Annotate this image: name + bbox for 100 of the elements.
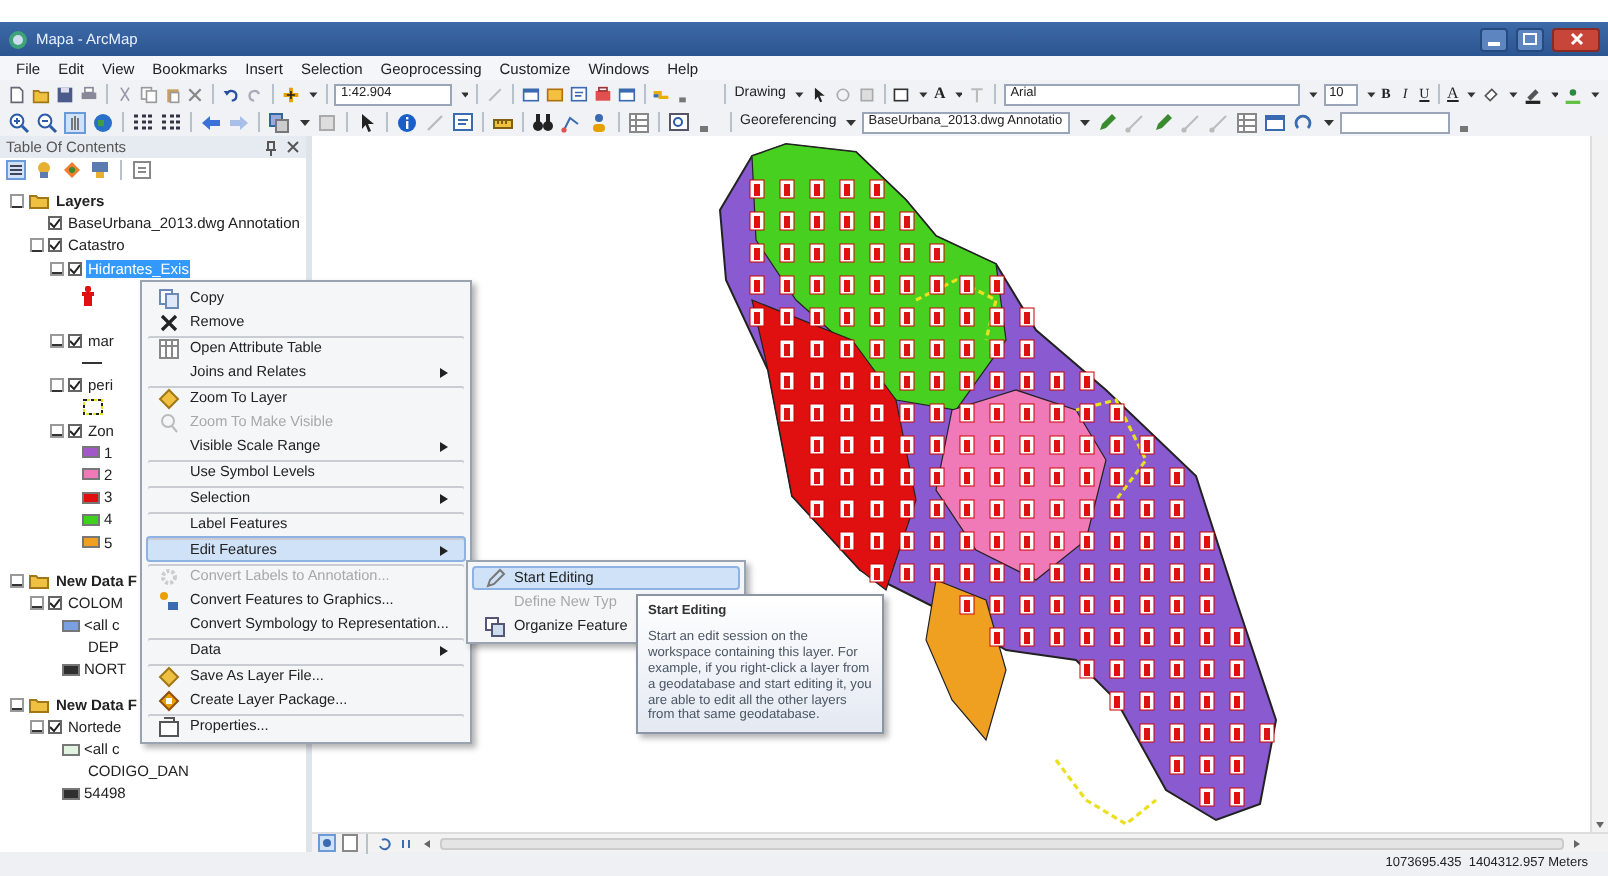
checkbox[interactable] (68, 378, 82, 393)
toolbox-icon[interactable] (593, 83, 612, 105)
checkbox[interactable] (48, 238, 62, 253)
data-view-icon[interactable] (318, 834, 336, 852)
collapse-toggle[interactable] (50, 378, 64, 393)
submenu-arrow-icon (440, 441, 448, 451)
scroll-left-icon[interactable] (420, 835, 434, 851)
pointer-icon[interactable] (356, 111, 378, 133)
check-icon (70, 335, 80, 346)
checkbox[interactable] (48, 595, 62, 610)
zoom-in-icon[interactable] (8, 111, 30, 133)
windows-icon (483, 615, 505, 637)
refresh-icon[interactable] (376, 835, 392, 851)
minus-icon (32, 245, 42, 256)
magnifier-icon (157, 411, 179, 433)
pause-icon[interactable] (398, 835, 414, 851)
info-icon[interactable] (396, 111, 418, 133)
checkbox[interactable] (68, 333, 82, 348)
collapse-toggle[interactable] (50, 423, 64, 438)
popup-icon[interactable] (569, 83, 588, 105)
fixed-zoom-icon[interactable] (132, 111, 154, 133)
list-by-visibility-icon[interactable] (62, 160, 82, 180)
window-icon[interactable] (521, 83, 540, 105)
check-icon (50, 597, 60, 608)
rotate-icon[interactable] (1292, 111, 1315, 133)
submenu-arrow-icon (440, 367, 448, 377)
vertical-scrollbar[interactable] (1590, 136, 1608, 832)
layout-view-icon[interactable] (342, 834, 358, 852)
checkbox[interactable] (48, 216, 62, 231)
input-field[interactable] (1340, 111, 1451, 133)
people-icon[interactable] (588, 111, 610, 133)
maximize-button[interactable] (1516, 27, 1544, 51)
collapse-toggle[interactable] (30, 238, 44, 253)
pin-icon[interactable] (264, 139, 278, 155)
checkbox[interactable] (68, 261, 82, 276)
magnifier-window-icon[interactable] (668, 111, 690, 133)
collapse-toggle[interactable] (50, 333, 64, 348)
minus-icon (12, 201, 22, 212)
collapse-toggle[interactable] (10, 697, 24, 712)
font-color-button[interactable]: A (1447, 84, 1459, 104)
diamond-icon (157, 665, 179, 687)
scroll-right-icon[interactable] (1570, 835, 1584, 851)
list-by-drawing-order-icon[interactable] (6, 160, 26, 180)
clipboard-icon[interactable] (163, 83, 181, 105)
checkbox[interactable] (68, 423, 82, 438)
text-tool[interactable]: A (933, 84, 946, 104)
rectangle-icon[interactable] (892, 83, 911, 105)
collapse-toggle[interactable] (10, 573, 24, 588)
printer-icon[interactable] (79, 83, 98, 105)
add-data-icon[interactable] (281, 83, 300, 105)
fixed-zoom-icon[interactable] (160, 111, 182, 133)
list-by-source-icon[interactable] (34, 160, 54, 180)
arrow-left-icon[interactable] (200, 111, 222, 133)
checkbox[interactable] (48, 719, 62, 734)
pointer-icon[interactable] (809, 83, 828, 105)
line-symbol-icon (82, 360, 102, 367)
collapse-toggle[interactable] (30, 595, 44, 610)
submenu-arrow-icon (440, 645, 448, 655)
minus-icon (52, 385, 62, 396)
check-icon (70, 380, 80, 391)
collapse-toggle[interactable] (50, 261, 64, 276)
diamond-icon (157, 387, 179, 409)
globe-icon[interactable] (92, 111, 114, 133)
options-icon[interactable] (132, 160, 152, 180)
window-icon[interactable] (617, 83, 636, 105)
table-icon[interactable] (1236, 111, 1259, 133)
maximize-icon (1522, 32, 1538, 46)
zoom-out-icon[interactable] (36, 111, 58, 133)
new-document-icon[interactable] (8, 83, 26, 105)
minus-icon (52, 340, 62, 351)
close-icon (1569, 32, 1583, 46)
window-icon[interactable] (1264, 111, 1287, 133)
close-button[interactable] (1552, 27, 1600, 51)
route-icon[interactable] (560, 111, 582, 133)
app-icon (8, 29, 28, 49)
pencil-icon (483, 567, 505, 589)
collapse-toggle[interactable] (10, 194, 24, 209)
close-icon[interactable] (286, 139, 300, 153)
marker-color-icon[interactable] (1564, 83, 1583, 105)
save-icon[interactable] (55, 83, 74, 105)
check-icon (70, 263, 80, 274)
popup-icon[interactable] (452, 111, 474, 133)
list-by-selection-icon[interactable] (90, 160, 110, 180)
package-icon (157, 689, 179, 711)
minus-icon (52, 268, 62, 279)
collapse-toggle[interactable] (30, 719, 44, 734)
hydrant-symbol-icon (82, 286, 94, 307)
line-color-icon[interactable] (1523, 83, 1542, 105)
dashed-outline-symbol-icon (82, 398, 104, 417)
submenu-arrow-icon (440, 545, 448, 555)
remove-icon (157, 311, 179, 333)
convert-icon (157, 589, 179, 611)
properties-icon (157, 715, 179, 737)
table-icon[interactable] (628, 111, 650, 133)
horizontal-scrollbar[interactable] (440, 837, 1564, 849)
binoculars-icon[interactable] (532, 111, 554, 133)
select-features-icon[interactable] (268, 111, 290, 133)
check-icon (50, 721, 60, 732)
minimize-button[interactable] (1480, 27, 1508, 51)
table-icon (157, 337, 179, 359)
